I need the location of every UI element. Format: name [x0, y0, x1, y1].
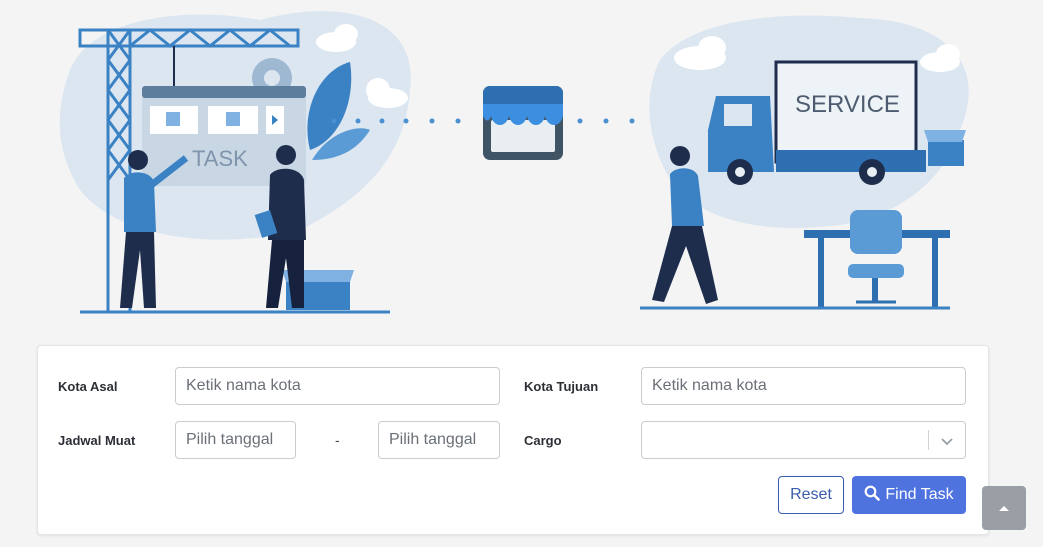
destination-label: Kota Tujuan [524, 379, 599, 394]
caret-up-icon [998, 499, 1010, 517]
origin-label: Kota Asal [58, 379, 118, 394]
destination-city-input[interactable] [641, 367, 966, 405]
date-range-separator: - [335, 432, 340, 448]
search-icon [864, 485, 881, 506]
origin-city-input[interactable] [175, 367, 500, 405]
chevron-down-icon[interactable] [940, 434, 954, 452]
truck-sign: SERVICE [795, 91, 900, 118]
scroll-to-top-button[interactable] [982, 486, 1026, 530]
date-start-input[interactable] [175, 421, 296, 459]
date-end-input[interactable] [378, 421, 500, 459]
cargo-select[interactable] [641, 421, 966, 459]
search-form-card: Kota Asal Kota Tujuan Jadwal Muat - Carg… [37, 345, 989, 535]
task-sign: TASK [192, 146, 248, 171]
find-task-button[interactable]: Find Task [852, 476, 966, 514]
reset-button[interactable]: Reset [778, 476, 844, 514]
hero-illustration: TASK SERVICE [0, 0, 1043, 330]
select-divider [928, 430, 929, 450]
schedule-label: Jadwal Muat [58, 433, 136, 448]
cargo-label: Cargo [524, 433, 562, 448]
reset-button-label: Reset [790, 486, 832, 503]
find-task-label: Find Task [885, 486, 954, 503]
